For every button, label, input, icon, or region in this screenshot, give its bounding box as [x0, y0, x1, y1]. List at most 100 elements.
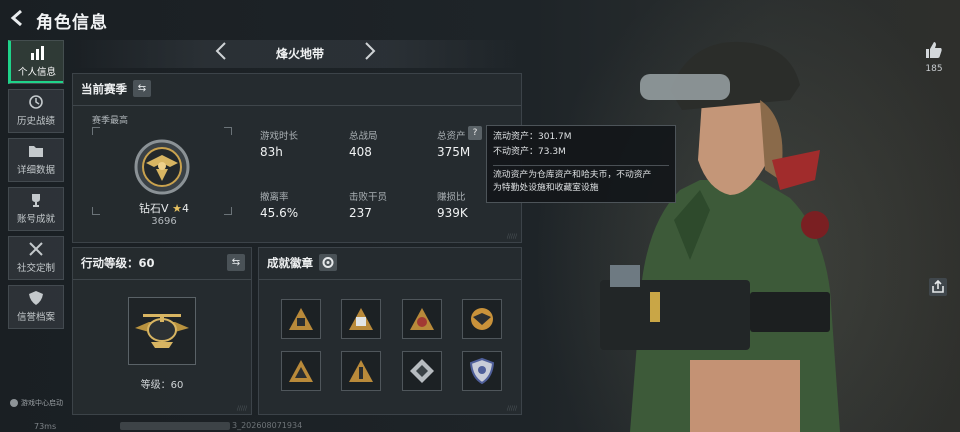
achievement-badge[interactable] [341, 299, 381, 339]
achievement-badge[interactable] [341, 351, 381, 391]
stat-value: 939K [437, 206, 468, 220]
season-switch-button[interactable]: ⇆ [133, 80, 151, 97]
uid-redacted [120, 421, 230, 430]
divider [73, 105, 521, 106]
triangle-badge-icon [349, 360, 373, 382]
sidebar-item-personal-info[interactable]: 个人信息 [8, 40, 64, 84]
corner-decoration: ///// [506, 405, 517, 412]
sidebar-item-history[interactable]: 历史战绩 [8, 89, 64, 133]
sidebar-item-label: 社交定制 [16, 263, 55, 274]
achievement-badge[interactable] [462, 351, 502, 391]
chevron-left-icon [215, 42, 226, 60]
stat-label: 赚损比 [437, 192, 466, 203]
like-button[interactable] [924, 40, 944, 60]
sidebar-item-label: 信誉档案 [16, 312, 55, 323]
tooltip-desc-line1: 流动资产为仓库资产和哈夫币，不动资产 [493, 170, 652, 180]
frame-corner [224, 207, 232, 215]
uid-suffix: 3_202608071934 [232, 421, 303, 430]
swap-icon: ⇆ [231, 257, 241, 268]
triangle-badge-icon [289, 360, 313, 382]
thumbs-up-icon [926, 42, 942, 58]
question-icon: ? [472, 128, 478, 138]
stat-label: 撤离率 [260, 192, 289, 203]
chart-icon [31, 46, 44, 60]
tooltip-desc-line2: 为特勤处设施和收藏室设施 [493, 183, 599, 193]
sidebar-item-social[interactable]: 社交定制 [8, 236, 64, 280]
mode-prev-button[interactable] [214, 40, 228, 68]
achievement-badge[interactable] [281, 299, 321, 339]
chevron-right-icon [365, 42, 376, 60]
corner-decoration: ///// [236, 405, 247, 412]
sidebar-item-label: 账号成就 [16, 214, 55, 225]
action-level-header: 行动等级：60 [81, 256, 155, 270]
game-center-label: 游戏中心启动 [21, 399, 63, 407]
back-button[interactable] [10, 9, 28, 29]
level-text: 等级：60 [140, 380, 184, 391]
stat-label: 总战局 [349, 131, 378, 142]
share-button[interactable] [929, 278, 947, 296]
mode-label: 烽火地带 [275, 47, 324, 61]
mode-next-button[interactable] [363, 40, 377, 68]
eagle-badge-icon [471, 308, 493, 330]
diamond-rank-emblem-icon [134, 139, 190, 195]
asset-info-button[interactable]: ? [468, 126, 482, 140]
share-icon [932, 279, 944, 293]
sidebar-item-label: 历史战绩 [16, 116, 55, 127]
gear-icon [322, 257, 334, 268]
corner-decoration: ///// [506, 233, 517, 240]
rank-name: 钻石V ★4 [104, 200, 224, 216]
stat-value: 83h [260, 145, 283, 159]
helicopter-emblem-icon [135, 314, 189, 348]
season-header: 当前赛季 [81, 82, 127, 96]
trophy-icon [32, 194, 40, 207]
triangle-badge-icon [349, 308, 373, 330]
tooltip-fixed: 不动资产：73.3M [493, 147, 566, 157]
level-emblem-frame [128, 297, 196, 365]
back-arrow-icon [10, 9, 22, 27]
star-icon: ★ [172, 202, 182, 215]
sidebar-item-label: 个人信息 [17, 67, 56, 78]
stat-value: 375M [437, 145, 471, 159]
shield-badge-icon [469, 357, 495, 385]
sidebar-item-achievements[interactable]: 账号成就 [8, 187, 64, 231]
character-illustration [600, 41, 840, 432]
clock-icon [29, 95, 43, 109]
stat-label: 游戏时长 [260, 131, 299, 142]
triangle-badge-icon [289, 308, 313, 330]
game-center-icon [10, 399, 18, 407]
diamond-badge-icon [410, 359, 434, 383]
like-count: 185 [925, 64, 943, 74]
badges-settings-button[interactable] [319, 254, 337, 271]
badges-header: 成就徽章 [267, 256, 313, 270]
page-title: 角色信息 [36, 13, 108, 33]
divider [493, 165, 669, 166]
stat-value: 45.6% [260, 206, 299, 220]
uid-readout: 3_202608071934 [120, 421, 302, 430]
season-peak-label: 赛季最高 [92, 116, 129, 126]
sidebar-item-reputation[interactable]: 信誉档案 [8, 285, 64, 329]
triangle-badge-icon [410, 308, 434, 330]
rank-stars: 4 [181, 202, 189, 215]
stat-value: 408 [349, 145, 372, 159]
sidebar-item-label: 详细数据 [16, 165, 55, 176]
folder-icon [29, 146, 43, 157]
asset-tooltip: 流动资产：301.7M 不动资产：73.3M 流动资产为仓库资产和哈夫币，不动资… [486, 125, 676, 203]
achievement-badge[interactable] [402, 351, 442, 391]
game-center-link[interactable]: 游戏中心启动 [10, 398, 63, 408]
frame-corner [92, 127, 100, 135]
swap-icon: ⇆ [137, 83, 147, 94]
tools-icon [29, 242, 43, 256]
achievement-badge[interactable] [402, 299, 442, 339]
level-switch-button[interactable]: ⇆ [227, 254, 245, 271]
stat-label: 总资产 [437, 131, 466, 142]
stat-label: 击败干员 [349, 192, 388, 203]
achievement-badge[interactable] [281, 351, 321, 391]
divider [259, 279, 521, 280]
achievement-badge[interactable] [462, 299, 502, 339]
tooltip-liquid: 流动资产：301.7M [493, 132, 572, 142]
shield-icon [29, 291, 43, 305]
rank-points: 3696 [151, 216, 177, 227]
divider [73, 279, 251, 280]
badges-panel: 成就徽章 ///// [258, 247, 522, 415]
sidebar-item-details[interactable]: 详细数据 [8, 138, 64, 182]
